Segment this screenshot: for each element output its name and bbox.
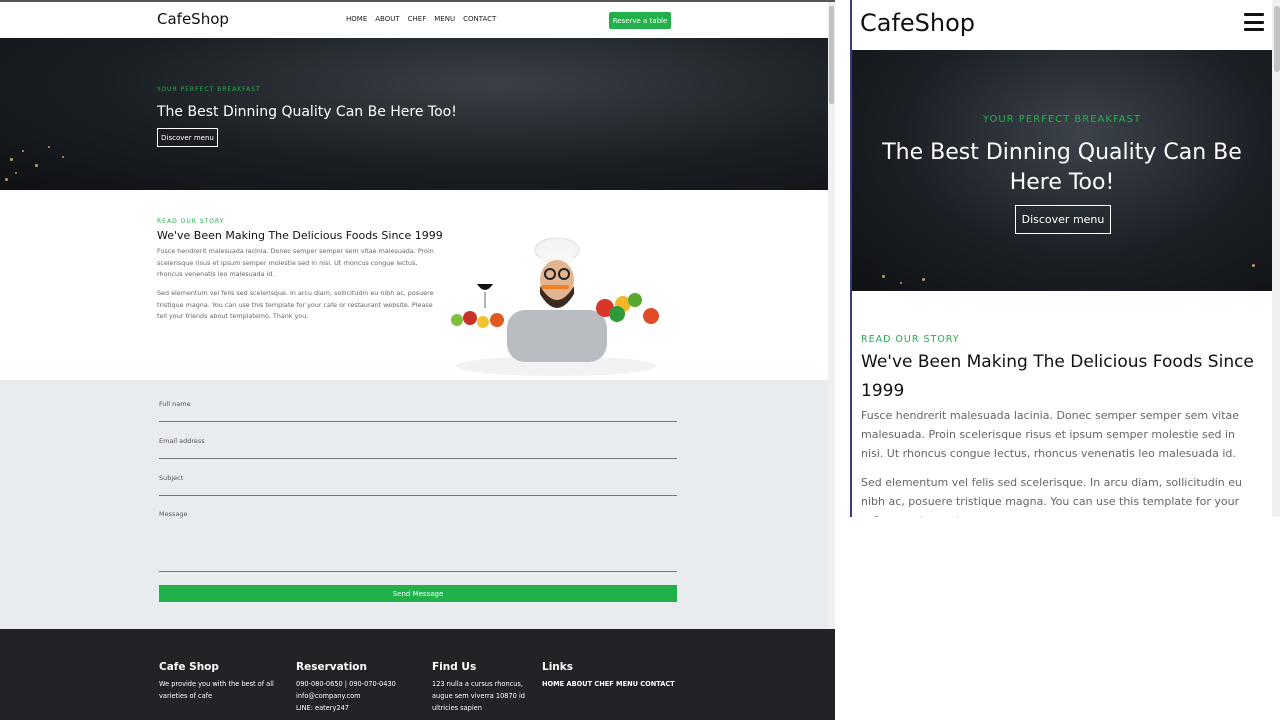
footer-heading: Links xyxy=(542,661,573,673)
decor-speck xyxy=(882,275,885,278)
decor-speck xyxy=(62,156,64,158)
story-title: We've Been Making The Delicious Foods Si… xyxy=(861,352,1254,401)
scrollbar-thumb[interactable] xyxy=(1274,6,1280,72)
story-section: READ OUR STORY We've Been Making The Del… xyxy=(0,190,828,380)
discover-menu-button[interactable]: Discover menu xyxy=(157,128,218,147)
discover-menu-button[interactable]: Discover menu xyxy=(1015,205,1111,234)
scrollbar[interactable] xyxy=(828,2,835,629)
decor-speck xyxy=(5,178,8,181)
decor-speck xyxy=(22,150,24,152)
footer-heading: Reservation xyxy=(296,661,367,673)
nav-item-menu[interactable]: MENU xyxy=(434,15,455,23)
footer-col-links: Links HOME ABOUT CHEF MENU CONTACT xyxy=(542,661,682,690)
story-kicker: READ OUR STORY xyxy=(861,334,960,345)
send-message-button[interactable]: Send Message xyxy=(159,585,677,602)
contact-form-section: Full name Email address Subject Message … xyxy=(0,380,835,629)
footer-col-find-us: Find Us 123 nulla a cursus rhoncus, augu… xyxy=(432,661,530,714)
story-paragraph-1: Fusce hendrerit malesuada lacinia. Donec… xyxy=(861,409,1240,460)
footer-heading: Cafe Shop xyxy=(159,661,219,673)
footer-line-id: LINE: eatery247 xyxy=(296,704,349,712)
story-title: We've Been Making The Delicious Foods Si… xyxy=(157,229,443,242)
nav-item-home[interactable]: HOME xyxy=(346,15,367,23)
nav-item-chef[interactable]: CHEF xyxy=(408,15,427,23)
decor-speck xyxy=(35,164,38,167)
footer-email[interactable]: info@company.com xyxy=(296,690,421,702)
footer: Cafe Shop We provide you with the best o… xyxy=(0,629,835,720)
hero-title: The Best Dinning Quality Can Be Here Too… xyxy=(882,140,1242,195)
full-name-input[interactable]: Full name xyxy=(159,400,677,422)
message-textarea[interactable]: Message xyxy=(159,510,677,572)
story-paragraph-2: Sed elementum vel felis sed scelerisque.… xyxy=(861,476,1242,517)
desktop-browser-window: CafeShop HOME ABOUT CHEF MENU CONTACT Re… xyxy=(0,0,835,720)
decor-speck xyxy=(900,282,902,284)
footer-phone: 090-080-0650 | 090-070-0430 xyxy=(296,680,396,688)
decor-speck xyxy=(1252,264,1255,267)
nav-menu: HOME ABOUT CHEF MENU CONTACT xyxy=(346,15,496,23)
mobile-navbar: CafeShop xyxy=(852,0,1272,50)
mobile-browser-window: CafeShop YOUR PERFECT BREAKFAST The Best… xyxy=(850,0,1280,517)
story-paragraph-1: Fusce hendrerit malesuada lacinia. Donec… xyxy=(157,247,434,278)
story-kicker: READ OUR STORY xyxy=(157,218,225,225)
decor-speck xyxy=(922,278,925,281)
hero-title: The Best Dinning Quality Can Be Here Too… xyxy=(157,104,457,120)
brand-logo[interactable]: CafeShop xyxy=(860,9,975,37)
brand-logo[interactable]: CafeShop xyxy=(157,10,229,28)
footer-heading: Find Us xyxy=(432,661,477,673)
reserve-table-button[interactable]: Reserve a table xyxy=(609,12,671,29)
navbar: CafeShop HOME ABOUT CHEF MENU CONTACT Re… xyxy=(0,2,828,38)
subject-input[interactable]: Subject xyxy=(159,474,677,496)
footer-col-about: Cafe Shop We provide you with the best o… xyxy=(159,661,284,702)
footer-text: We provide you with the best of all vari… xyxy=(159,680,274,700)
footer-links[interactable]: HOME ABOUT CHEF MENU CONTACT xyxy=(542,678,682,690)
footer-col-reservation: Reservation 090-080-0650 | 090-070-0430 … xyxy=(296,661,421,714)
hero-kicker: YOUR PERFECT BREAKFAST xyxy=(982,114,1142,125)
nav-item-about[interactable]: ABOUT xyxy=(375,15,399,23)
hero-section: YOUR PERFECT BREAKFAST The Best Dinning … xyxy=(852,50,1272,291)
story-paragraph-2: Sed elementum vel felis sed scelerisque.… xyxy=(157,289,434,320)
hamburger-menu-icon[interactable] xyxy=(1244,13,1264,31)
scrollbar-thumb[interactable] xyxy=(829,6,834,104)
decor-speck xyxy=(15,172,17,174)
footer-address: 123 nulla a cursus rhoncus, augue sem vi… xyxy=(432,680,525,712)
nav-item-contact[interactable]: CONTACT xyxy=(463,15,496,23)
decor-speck xyxy=(10,158,13,161)
decor-speck xyxy=(48,146,50,148)
email-input[interactable]: Email address xyxy=(159,437,677,459)
hero-kicker: YOUR PERFECT BREAKFAST xyxy=(157,86,261,93)
scrollbar[interactable] xyxy=(1272,0,1280,517)
chef-with-vegetables-image xyxy=(451,238,659,376)
hero-section: YOUR PERFECT BREAKFAST The Best Dinning … xyxy=(0,38,828,190)
